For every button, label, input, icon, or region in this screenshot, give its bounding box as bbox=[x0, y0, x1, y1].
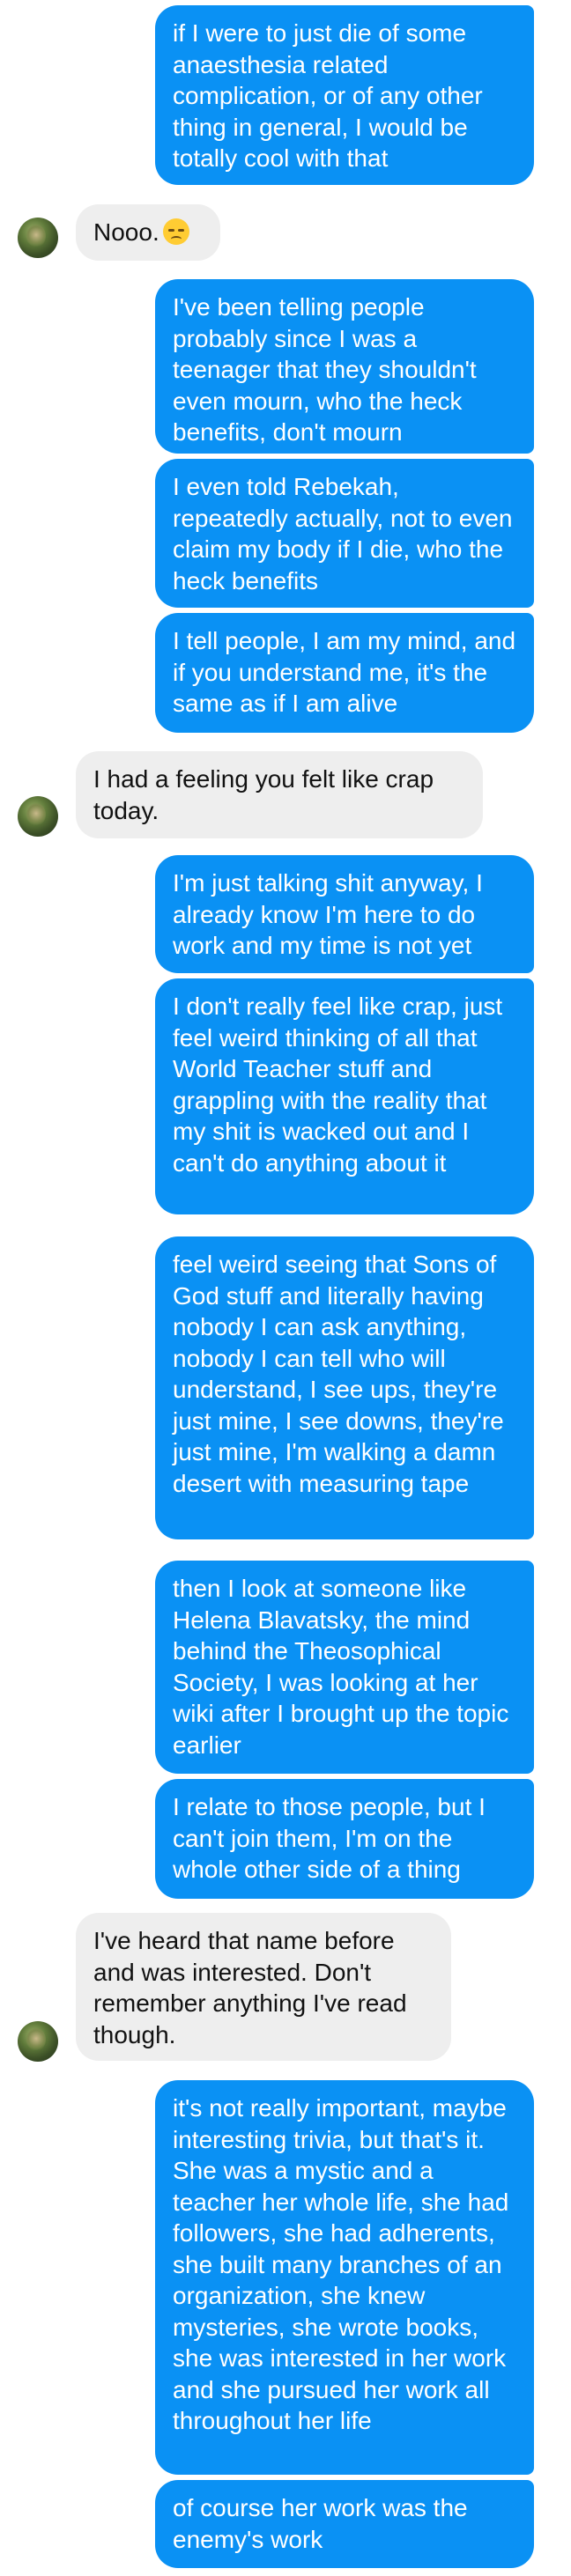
sent-message[interactable]: I've been telling people probably since … bbox=[155, 279, 534, 454]
received-message[interactable]: I've heard that name before and was inte… bbox=[76, 1913, 451, 2061]
message-text: I've been telling people probably since … bbox=[173, 293, 477, 446]
sent-message[interactable]: if I were to just die of some anaesthesi… bbox=[155, 5, 534, 185]
message-text: Nooo. bbox=[93, 218, 159, 246]
message-text: I even told Rebekah, repeatedly actually… bbox=[173, 473, 513, 594]
message-text: I relate to those people, but I can't jo… bbox=[173, 1793, 486, 1883]
received-message[interactable]: Nooo. bbox=[76, 204, 220, 261]
sent-message[interactable]: I don't really feel like crap, just feel… bbox=[155, 978, 534, 1214]
contact-avatar[interactable] bbox=[18, 218, 58, 258]
message-text: if I were to just die of some anaesthesi… bbox=[173, 19, 483, 172]
message-text: I'm just talking shit anyway, I already … bbox=[173, 869, 483, 959]
message-text: feel weird seeing that Sons of God stuff… bbox=[173, 1251, 504, 1497]
contact-avatar[interactable] bbox=[18, 2021, 58, 2062]
sent-message[interactable]: then I look at someone like Helena Blava… bbox=[155, 1561, 534, 1774]
message-text: I tell people, I am my mind, and if you … bbox=[173, 627, 516, 717]
sent-message[interactable]: it's not really important, maybe interes… bbox=[155, 2080, 534, 2475]
message-text: I don't really feel like crap, just feel… bbox=[173, 993, 503, 1177]
sent-message[interactable]: feel weird seeing that Sons of God stuff… bbox=[155, 1236, 534, 1539]
sent-message[interactable]: I relate to those people, but I can't jo… bbox=[155, 1779, 534, 1899]
sent-message[interactable]: I even told Rebekah, repeatedly actually… bbox=[155, 459, 534, 608]
message-text: it's not really important, maybe interes… bbox=[173, 2094, 509, 2434]
contact-avatar[interactable] bbox=[18, 796, 58, 837]
sent-message[interactable]: I tell people, I am my mind, and if you … bbox=[155, 613, 534, 733]
message-text: I've heard that name before and was inte… bbox=[93, 1927, 407, 2048]
message-thread: if I were to just die of some anaesthesi… bbox=[0, 0, 571, 2576]
received-message[interactable]: I had a feeling you felt like crap today… bbox=[76, 751, 483, 838]
sent-message[interactable]: I'm just talking shit anyway, I already … bbox=[155, 855, 534, 973]
disappointed-face-icon bbox=[162, 218, 189, 245]
message-text: of course her work was the enemy's work bbox=[173, 2494, 468, 2553]
sent-message[interactable]: of course her work was the enemy's work bbox=[155, 2480, 534, 2568]
message-text: I had a feeling you felt like crap today… bbox=[93, 765, 434, 824]
message-text: then I look at someone like Helena Blava… bbox=[173, 1575, 509, 1759]
